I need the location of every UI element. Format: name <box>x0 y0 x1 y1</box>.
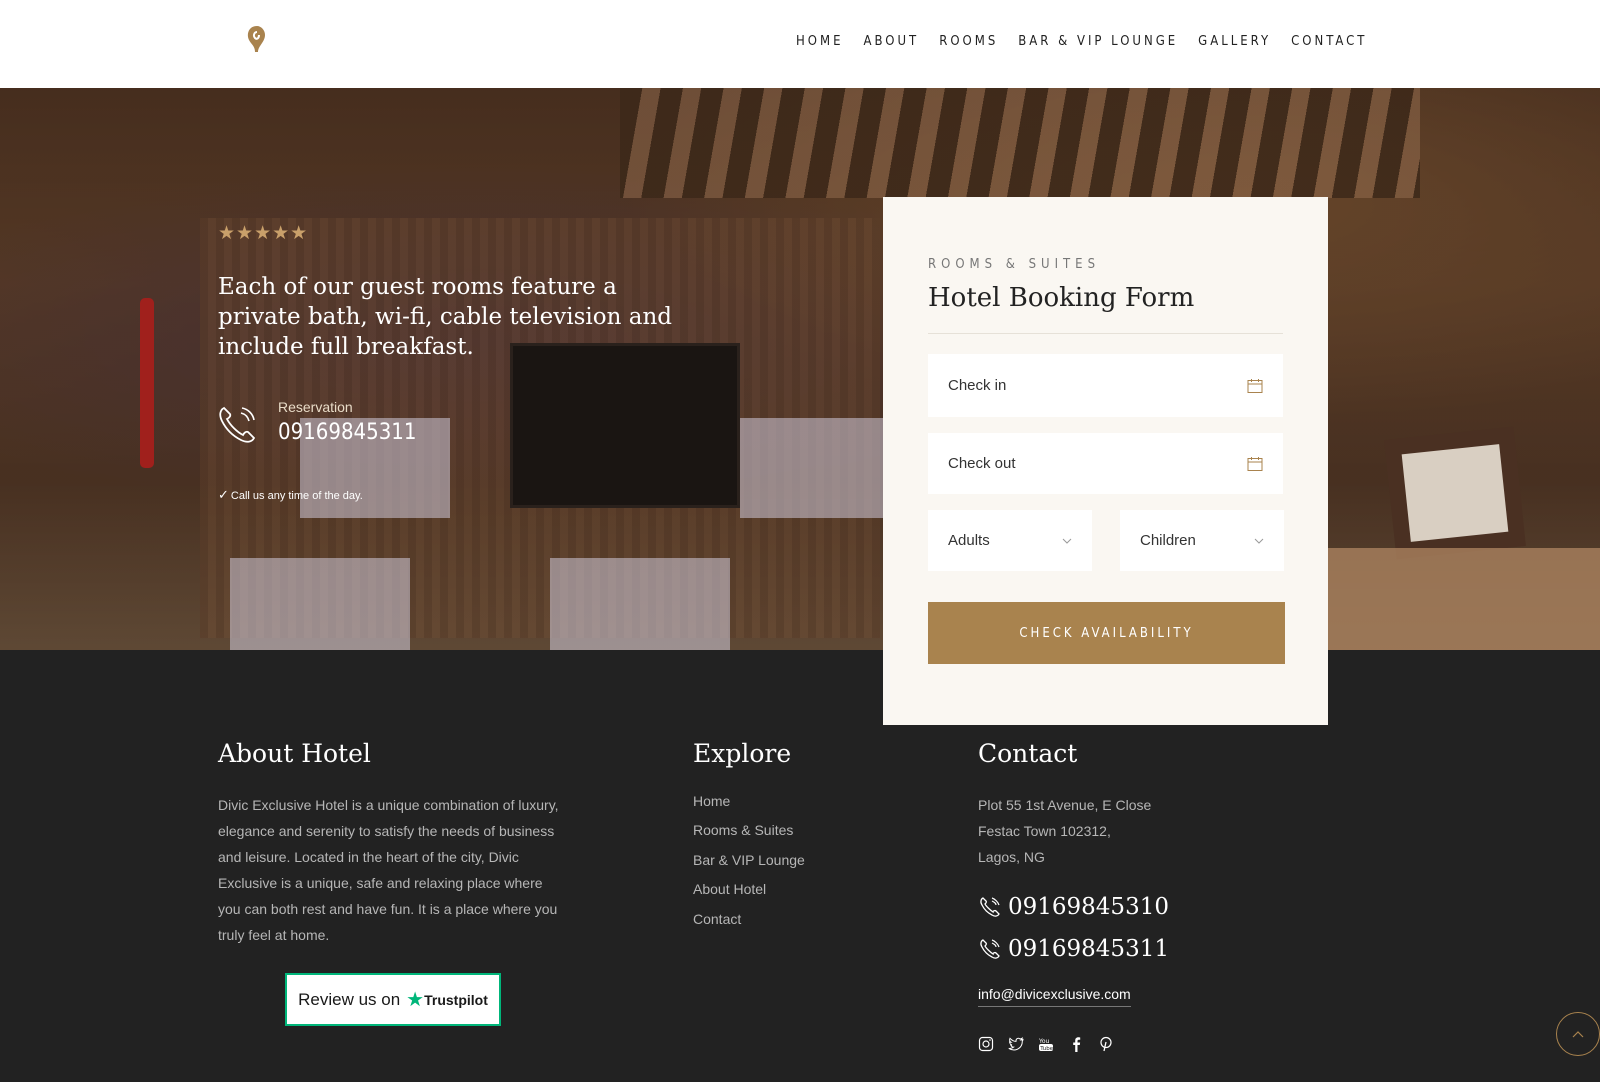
check-out-placeholder: Check out <box>948 455 1016 472</box>
booking-title: Hotel Booking Form <box>928 283 1195 313</box>
contact-phone[interactable]: 09169845310 <box>978 894 1169 920</box>
explore-links: Home Rooms & Suites Bar & VIP Lounge Abo… <box>693 793 805 940</box>
trustpilot-star-icon: ★ <box>406 989 425 1011</box>
nav-rooms[interactable]: ROOMS <box>939 34 998 49</box>
contact-address: Plot 55 1st Avenue, E Close Festac Town … <box>978 792 1151 870</box>
phone-icon <box>980 897 1000 917</box>
twitter-icon[interactable] <box>1008 1036 1024 1052</box>
hero-reception-counter <box>1320 548 1600 650</box>
nav-about[interactable]: ABOUT <box>863 34 919 49</box>
hero-light-niche <box>740 418 890 518</box>
trustpilot-name: Trustpilot <box>424 991 488 1008</box>
footer-link-home[interactable]: Home <box>693 793 805 822</box>
contact-phone-number: 09169845311 <box>1008 936 1169 962</box>
calendar-icon[interactable] <box>1247 378 1263 394</box>
svg-text:You: You <box>1038 1038 1050 1045</box>
social-links: You Tube <box>978 1036 1114 1052</box>
chevron-down-icon <box>1062 538 1072 544</box>
pinterest-icon[interactable] <box>1098 1036 1114 1052</box>
phone-icon <box>980 939 1000 959</box>
check-in-field[interactable]: Check in <box>928 354 1283 417</box>
rating-stars: ★★★★★ <box>218 223 309 244</box>
hero-picture-frame <box>1384 426 1526 560</box>
footer-link-bar-vip-lounge[interactable]: Bar & VIP Lounge <box>693 852 805 881</box>
explore-heading: Explore <box>693 739 792 768</box>
about-hotel-heading: About Hotel <box>218 739 371 768</box>
youtube-icon[interactable]: You Tube <box>1038 1036 1054 1052</box>
hero-background-image <box>0 88 1600 650</box>
facebook-icon[interactable] <box>1068 1036 1084 1052</box>
check-icon: ✓ <box>218 487 229 502</box>
address-line: Festac Town 102312, <box>978 823 1111 839</box>
instagram-icon[interactable] <box>978 1036 994 1052</box>
booking-form: ROOMS & SUITES Hotel Booking Form Check … <box>883 197 1328 725</box>
check-out-field[interactable]: Check out <box>928 433 1283 494</box>
hero-fire-extinguisher <box>140 298 154 468</box>
footer-link-rooms-suites[interactable]: Rooms & Suites <box>693 822 805 851</box>
trustpilot-review-button[interactable]: Review us on ★ Trustpilot <box>285 973 501 1026</box>
hero-ceiling <box>620 88 1420 198</box>
footer-link-about-hotel[interactable]: About Hotel <box>693 881 805 910</box>
reservation-label: Reservation <box>278 399 353 415</box>
adults-select[interactable]: Adults <box>928 510 1092 571</box>
nav-bar-vip-lounge[interactable]: BAR & VIP LOUNGE <box>1018 34 1178 49</box>
nav-gallery[interactable]: GALLERY <box>1198 34 1271 49</box>
hero-light-niche <box>550 558 730 650</box>
address-line: Lagos, NG <box>978 849 1045 865</box>
divider <box>928 333 1283 334</box>
contact-phone[interactable]: 09169845311 <box>978 936 1169 962</box>
hero-light-niche <box>230 558 410 650</box>
scroll-to-top-button[interactable] <box>1556 1012 1600 1056</box>
calendar-icon[interactable] <box>1247 456 1263 472</box>
nav-contact[interactable]: CONTACT <box>1291 34 1367 49</box>
hero-tv <box>510 343 740 508</box>
footer-link-contact[interactable]: Contact <box>693 911 805 940</box>
contact-heading: Contact <box>978 739 1078 768</box>
check-availability-button[interactable]: CHECK AVAILABILITY <box>928 602 1285 664</box>
main-nav: HOME ABOUT ROOMS BAR & VIP LOUNGE GALLER… <box>796 34 1387 49</box>
chevron-up-icon <box>1572 1030 1584 1037</box>
about-hotel-text: Divic Exclusive Hotel is a unique combin… <box>218 797 559 943</box>
call-note-text: Call us any time of the day. <box>230 490 363 502</box>
chevron-down-icon <box>1254 538 1264 544</box>
trustpilot-review-text: Review us on <box>298 989 401 1009</box>
children-select[interactable]: Children <box>1120 510 1284 571</box>
hotel-logo-icon[interactable] <box>243 24 271 56</box>
adults-label: Adults <box>948 532 990 549</box>
hero-headline: Each of our guest rooms feature a privat… <box>218 274 672 360</box>
reservation-phone[interactable]: 09169845311 <box>278 420 417 445</box>
check-in-placeholder: Check in <box>948 377 1007 394</box>
nav-home[interactable]: HOME <box>796 34 843 49</box>
address-line: Plot 55 1st Avenue, E Close <box>978 797 1152 813</box>
contact-email-link[interactable]: info@divicexclusive.com <box>978 986 1131 1007</box>
booking-overline: ROOMS & SUITES <box>928 257 1100 272</box>
call-note: ✓ Call us any time of the day. <box>218 487 363 503</box>
svg-text:Tube: Tube <box>1039 1046 1054 1052</box>
phone-icon <box>219 406 256 443</box>
contact-phone-number: 09169845310 <box>1008 894 1169 920</box>
children-label: Children <box>1140 532 1196 549</box>
site-header: HOME ABOUT ROOMS BAR & VIP LOUNGE GALLER… <box>0 0 1600 88</box>
